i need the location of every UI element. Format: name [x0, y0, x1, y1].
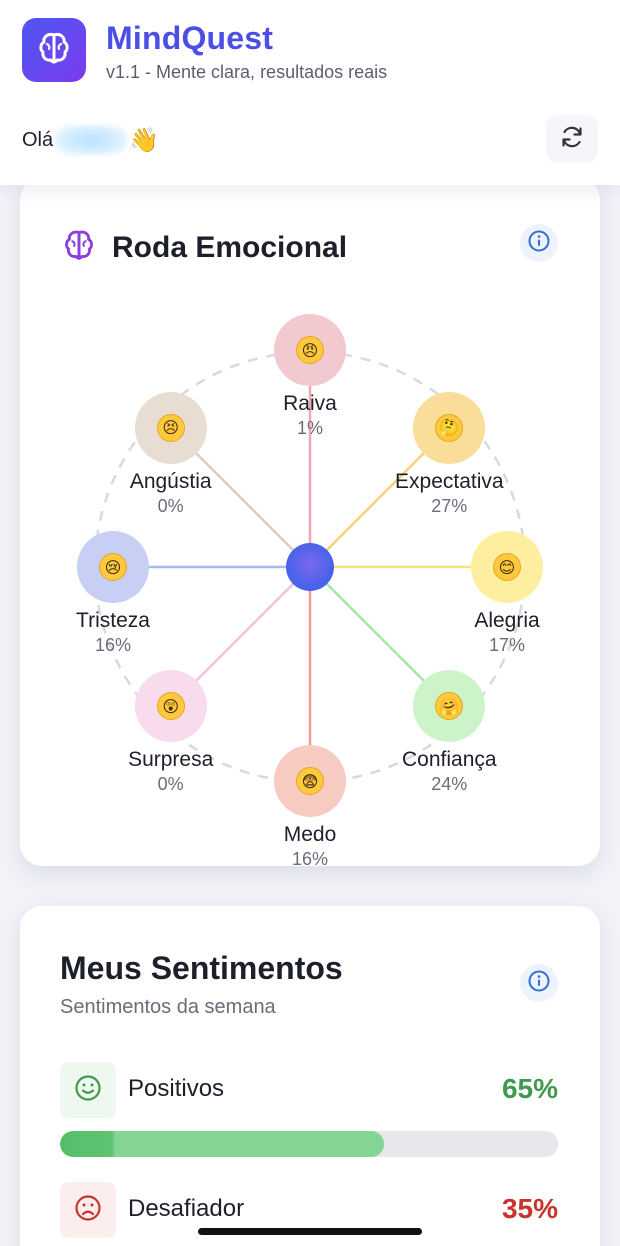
feelings-subtitle: Sentimentos da semana [60, 996, 276, 1018]
emotion-node-angustia[interactable]: 😣 [134, 391, 207, 464]
emotion-emoji-medo: 😨 [296, 767, 324, 795]
emotion-node-expectativa[interactable]: 🤔 [413, 391, 486, 464]
feelings-progress-bar [60, 1131, 558, 1157]
emotion-label-surpresa: Surpresa [128, 748, 214, 772]
positive-icon-box [60, 1062, 116, 1118]
emotion-wheel-card: Roda Emocional 😠 Raiva 1% 🤔 Expectativa 27% 😊 A… [20, 178, 600, 869]
emotion-emoji-confianca: 🤗 [435, 692, 464, 721]
brain-icon [34, 28, 74, 73]
emotion-percent-raiva: 1% [296, 418, 323, 438]
greeting-text: Olá [22, 128, 54, 151]
emotion-emoji-tristeza: 😢 [99, 553, 127, 581]
emotion-emoji-expectativa: 🤔 [435, 413, 464, 442]
emotion-label-tristeza: Tristeza [76, 609, 150, 632]
greeting: Olá 👋 [22, 125, 159, 155]
positive-progress-fill [60, 1131, 384, 1157]
app-logo [22, 18, 86, 82]
emotion-emoji-angustia: 😣 [156, 413, 185, 442]
challenging-percent: 35% [501, 1193, 558, 1224]
emotion-node-medo[interactable]: 😨 [274, 745, 346, 817]
blurred-user-name [55, 125, 128, 155]
app-title: MindQuest [106, 20, 274, 56]
challenging-label: Desafiador [128, 1195, 245, 1222]
emotion-percent-expectativa: 27% [431, 495, 468, 516]
wheel-center [286, 543, 334, 591]
emotion-node-raiva[interactable]: 😠 [274, 314, 346, 386]
emotion-label-expectativa: Expectativa [395, 469, 504, 493]
emotion-percent-surpresa: 0% [157, 774, 184, 795]
emotion-wheel: 😠 Raiva 1% 🤔 Expectativa 27% 😊 Alegria 17% 🤗 Confi… [20, 178, 600, 869]
emotion-percent-tristeza: 16% [94, 635, 132, 655]
feelings-info-button[interactable] [520, 964, 558, 1002]
emotion-label-alegria: Alegria [474, 609, 540, 632]
emotion-emoji-surpresa: 😲 [156, 692, 185, 721]
emotion-emoji-alegria: 😊 [493, 553, 521, 581]
refresh-icon [559, 124, 585, 155]
positive-label: Positivos [128, 1075, 225, 1102]
smile-icon [74, 1074, 102, 1107]
info-icon [527, 969, 551, 998]
emotion-node-surpresa[interactable]: 😲 [134, 670, 207, 743]
emotion-percent-alegria: 17% [488, 635, 526, 655]
app-header: MindQuest v1.1 - Mente clara, resultados… [0, 0, 620, 185]
emotion-label-confianca: Confiança [402, 748, 497, 772]
wave-emoji: 👋 [129, 126, 160, 154]
emotion-node-tristeza[interactable]: 😢 [77, 531, 149, 603]
emotion-emoji-raiva: 😠 [296, 336, 324, 364]
emotion-percent-angustia: 0% [157, 495, 184, 516]
feelings-card: Meus Sentimentos Sentimentos da semana P… [20, 906, 600, 1246]
feelings-title: Meus Sentimentos [60, 950, 343, 986]
home-indicator[interactable] [198, 1228, 422, 1235]
refresh-button[interactable] [546, 115, 598, 163]
emotion-percent-confianca: 24% [431, 774, 468, 795]
emotion-label-medo: Medo [283, 823, 337, 846]
emotion-percent-medo: 16% [291, 849, 329, 869]
app-subtitle: v1.1 - Mente clara, resultados reais [106, 62, 388, 82]
frown-icon [74, 1194, 102, 1227]
emotion-label-raiva: Raiva [283, 392, 337, 415]
emotion-label-angustia: Angústia [129, 469, 212, 493]
positive-percent: 65% [501, 1073, 558, 1104]
emotion-node-alegria[interactable]: 😊 [471, 531, 543, 603]
challenging-icon-box [60, 1182, 116, 1238]
